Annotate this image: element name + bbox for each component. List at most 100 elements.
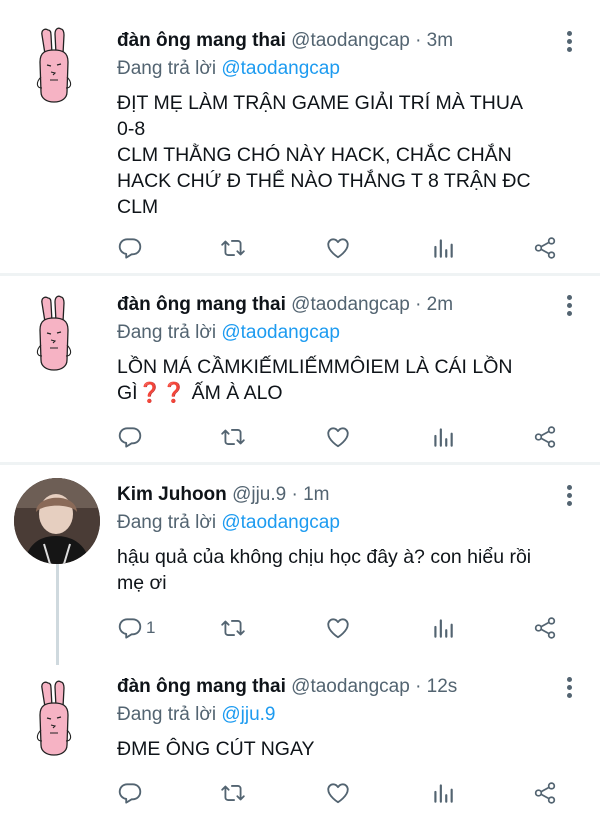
tweet-text-line: HACK CHỨ Đ THỂ NÀO THẮNG T 8 TRẬN ĐC — [117, 170, 531, 192]
replying-to: Đang trả lời @jju.9 — [117, 702, 276, 728]
timestamp[interactable]: 1m — [303, 484, 329, 505]
author-name[interactable]: Kim Juhoon — [117, 484, 227, 505]
reply-icon — [118, 427, 142, 448]
retweet-icon — [221, 429, 245, 445]
like-icon — [327, 618, 349, 639]
tweet[interactable]: đàn ông mang thai @taodangcap · 2m Đang … — [0, 276, 600, 462]
author-handle[interactable]: @taodangcap — [291, 294, 410, 315]
author-handle[interactable]: @jju.9 — [232, 484, 286, 505]
tweet[interactable]: đàn ông mang thai @taodangcap · 12s Đang… — [0, 665, 600, 821]
share-icon — [534, 782, 556, 804]
replying-to-label: Đang trả lời — [117, 322, 217, 343]
replying-to-label: Đang trả lời — [117, 58, 217, 79]
mention-link[interactable]: @taodangcap — [221, 512, 340, 533]
share-icon — [534, 426, 556, 448]
tweet-header: đàn ông mang thai @taodangcap · 12s — [117, 673, 457, 701]
more-icon[interactable] — [564, 485, 574, 509]
thread-connector — [56, 564, 59, 665]
replying-to-label: Đang trả lời — [117, 704, 217, 725]
tweet-actions: 1 — [117, 613, 567, 643]
analytics-icon — [434, 784, 453, 803]
tweet-actions — [117, 233, 567, 263]
reply-button[interactable] — [117, 778, 146, 808]
tweet-text: hậu quả của không chịu học đây à? con hi… — [117, 544, 587, 596]
tweet-text: LỒN MÁ CẦMKIẾMLIẾMMÔIEM LÀ CÁI LỒN GÌ❓❓ … — [117, 354, 557, 406]
analytics-button[interactable] — [430, 613, 456, 643]
replying-to: Đang trả lời @taodangcap — [117, 510, 340, 536]
tweet[interactable]: Kim Juhoon @jju.9 · 1m Đang trả lời @tao… — [0, 465, 600, 665]
replying-to-label: Đang trả lời — [117, 512, 217, 533]
avatar[interactable] — [14, 22, 100, 108]
share-icon — [534, 237, 556, 259]
tweet-text-line: 0-8 — [117, 118, 146, 140]
timestamp[interactable]: 2m — [427, 294, 453, 315]
tweet-text-line: ĐỊT MẸ LÀM TRẬN GAME GIẢI TRÍ MÀ THUA — [117, 92, 523, 114]
author-handle[interactable]: @taodangcap — [291, 676, 410, 697]
reply-button[interactable] — [117, 422, 146, 452]
more-icon[interactable] — [564, 31, 574, 55]
retweet-button[interactable] — [220, 422, 246, 452]
tweet-text-line: ĐME ÔNG CÚT NGAY — [117, 738, 315, 760]
tweet-header: Kim Juhoon @jju.9 · 1m — [117, 481, 330, 509]
retweet-button[interactable] — [220, 778, 246, 808]
author-name[interactable]: đàn ông mang thai — [117, 676, 286, 697]
reply-icon — [118, 783, 142, 804]
share-button[interactable] — [532, 233, 558, 263]
author-name[interactable]: đàn ông mang thai — [117, 294, 286, 315]
tweet-text-line: CLM — [117, 196, 159, 218]
reply-button[interactable] — [117, 233, 146, 263]
tweet-text-line: LỒN MÁ CẦMKIẾMLIẾMMÔIEM LÀ CÁI LỒN — [117, 356, 513, 378]
avatar[interactable] — [14, 478, 100, 564]
analytics-button[interactable] — [430, 422, 456, 452]
like-button[interactable] — [325, 422, 351, 452]
replying-to: Đang trả lời @taodangcap — [117, 320, 340, 346]
like-button[interactable] — [325, 613, 351, 643]
like-icon — [327, 427, 349, 448]
tweet-text-line: mẹ ơi — [117, 572, 167, 594]
share-icon — [534, 617, 556, 639]
more-icon[interactable] — [564, 295, 574, 319]
tweet-text: ĐME ÔNG CÚT NGAY — [117, 736, 557, 762]
tweet-header: đàn ông mang thai @taodangcap · 2m — [117, 291, 453, 319]
tweet-text: ĐỊT MẸ LÀM TRẬN GAME GIẢI TRÍ MÀ THUA 0-… — [117, 90, 557, 220]
mention-link[interactable]: @jju.9 — [221, 704, 275, 725]
separator-dot: · — [415, 30, 422, 51]
reply-icon — [118, 238, 142, 259]
tweet[interactable]: đàn ông mang thai @taodangcap · 3m Đang … — [0, 0, 600, 273]
tweet-actions — [117, 778, 567, 808]
share-button[interactable] — [532, 422, 558, 452]
rabbit-avatar-icon — [36, 27, 72, 103]
tweet-text-line: GÌ❓❓ ẤM À ALO — [117, 382, 283, 404]
reply-button[interactable]: 1 — [117, 613, 155, 643]
like-button[interactable] — [325, 778, 351, 808]
tweet-header: đàn ông mang thai @taodangcap · 3m — [117, 27, 453, 55]
author-name[interactable]: đàn ông mang thai — [117, 30, 286, 51]
more-icon[interactable] — [564, 677, 574, 701]
mention-link[interactable]: @taodangcap — [221, 58, 340, 79]
share-button[interactable] — [532, 778, 558, 808]
author-handle[interactable]: @taodangcap — [291, 30, 410, 51]
separator-dot: · — [415, 294, 422, 315]
retweet-icon — [221, 240, 245, 256]
retweet-button[interactable] — [220, 233, 246, 263]
analytics-icon — [434, 619, 453, 638]
like-icon — [327, 238, 349, 259]
retweet-button[interactable] — [220, 613, 246, 643]
reply-count: 1 — [146, 618, 156, 637]
avatar[interactable] — [14, 290, 100, 376]
separator-dot: · — [415, 676, 422, 697]
rabbit-avatar-icon — [36, 680, 72, 756]
analytics-button[interactable] — [430, 778, 456, 808]
reply-icon — [118, 618, 142, 639]
avatar[interactable] — [14, 675, 100, 761]
like-button[interactable] — [325, 233, 351, 263]
rabbit-avatar-icon — [36, 295, 72, 371]
user-photo-icon — [14, 478, 100, 564]
analytics-icon — [434, 239, 453, 258]
timestamp[interactable]: 3m — [427, 30, 453, 51]
timestamp[interactable]: 12s — [427, 676, 458, 697]
mention-link[interactable]: @taodangcap — [221, 322, 340, 343]
share-button[interactable] — [532, 613, 558, 643]
analytics-button[interactable] — [430, 233, 456, 263]
retweet-icon — [221, 785, 245, 801]
